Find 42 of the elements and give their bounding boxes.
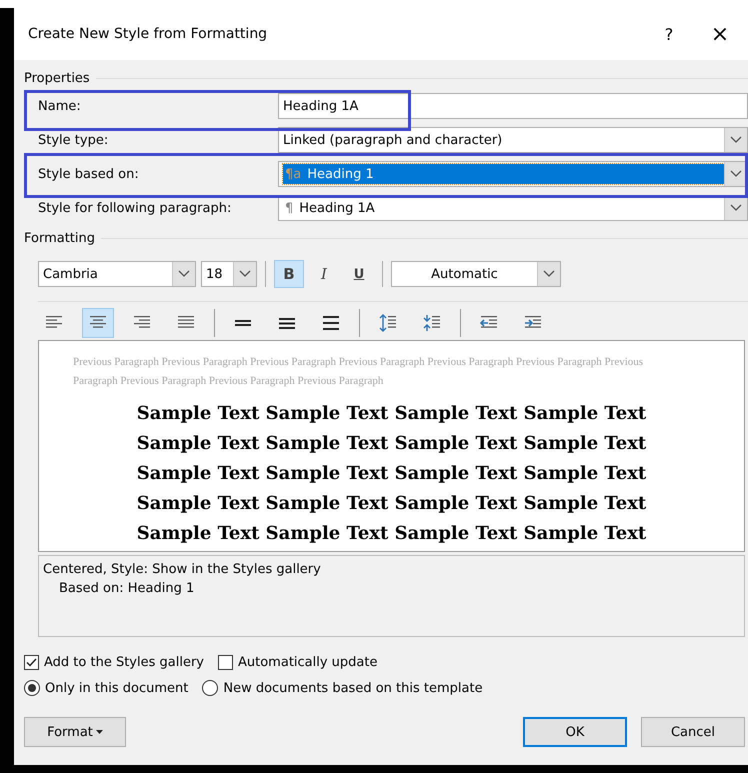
- previous-paragraph-text: Previous Paragraph Previous Paragraph Previous Paragraph Previous Paragraph Previous Paragraph Previous Paragraph Previous Paragraph Previous Paragraph Previous Paragraph Previous Paragraph: [73, 355, 644, 389]
- underline-button[interactable]: U: [344, 260, 374, 288]
- description-text: Based on: Heading 1: [58, 580, 196, 598]
- caret-icon: [96, 730, 103, 734]
- radio-label: New documents based on this template: [223, 680, 483, 696]
- name-field[interactable]: Heading 1A: [278, 93, 748, 119]
- group-heading: Formatting: [24, 230, 96, 246]
- style-dropdown[interactable]: ¶a Heading 1: [278, 161, 748, 187]
- double-spacing-icon: [322, 314, 340, 332]
- bold-button[interactable]: B: [274, 260, 304, 288]
- field-label: Style for following paragraph:: [38, 200, 232, 216]
- font-dropdown[interactable]: Cambria: [38, 261, 196, 287]
- close-button[interactable]: ×: [692, 22, 748, 46]
- radio-button[interactable]: [24, 680, 40, 696]
- field-label: Name:: [38, 98, 82, 114]
- group-heading: Properties: [24, 70, 90, 86]
- radio-label: Only in this document: [45, 680, 188, 696]
- increase-spacing-icon: [379, 314, 397, 332]
- sample-text: Sample Text Sample Text Sample Text Sample Text: [136, 432, 648, 456]
- format-button[interactable]: Format: [24, 717, 126, 747]
- style-dropdown[interactable]: Linked (paragraph and character): [278, 127, 748, 153]
- help-button[interactable]: ?: [646, 24, 692, 44]
- window-title: Create New Style from Formatting: [28, 26, 268, 42]
- cancel-button[interactable]: Cancel: [641, 717, 745, 747]
- align-center-button[interactable]: [82, 308, 114, 338]
- sample-text: Sample Text Sample Text Sample Text Sample Text: [136, 462, 648, 486]
- decrease-spacing-icon: [423, 314, 441, 332]
- field-label: Style based on:: [38, 166, 140, 182]
- checkbox[interactable]: [218, 654, 233, 670]
- field-label: Style type:: [38, 132, 110, 148]
- ok-button[interactable]: OK: [523, 717, 627, 747]
- color-dropdown[interactable]: Automatic: [391, 261, 561, 287]
- sample-text: Sample Text Sample Text Sample Text Sample Text: [136, 522, 648, 546]
- sample-text: Sample Text Sample Text Sample Text Sample Text: [136, 402, 648, 426]
- checkbox[interactable]: [24, 654, 39, 670]
- size-dropdown[interactable]: 18: [201, 261, 257, 287]
- italic-button[interactable]: I: [309, 260, 339, 288]
- checkbox-label: Automatically update: [238, 654, 378, 670]
- checkbox-label: Add to the Styles gallery: [44, 654, 204, 670]
- description-text: Centered, Style: Show in the Styles gallery: [43, 561, 322, 579]
- radio-button[interactable]: [202, 680, 218, 696]
- sample-text: Sample Text Sample Text Sample Text Sample Text: [136, 492, 648, 516]
